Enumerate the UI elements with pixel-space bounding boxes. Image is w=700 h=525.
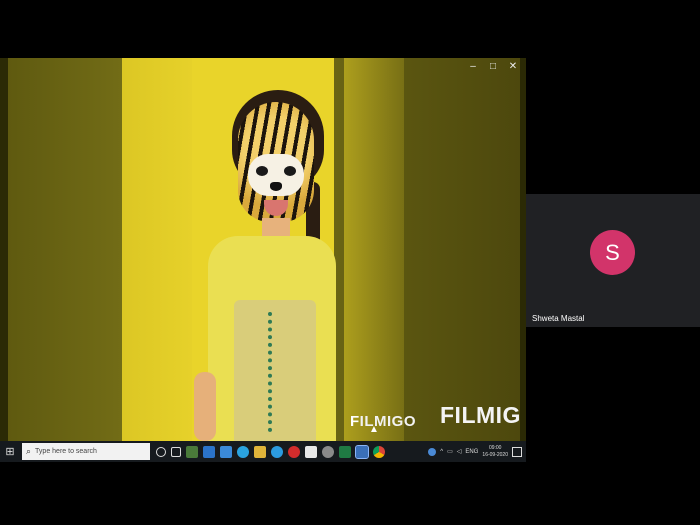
video-blur-left xyxy=(8,58,122,441)
excel-app-icon[interactable] xyxy=(339,445,351,458)
skype-icon[interactable] xyxy=(237,445,249,458)
opera-browser-icon[interactable] xyxy=(288,445,300,458)
video-blur-right xyxy=(334,58,520,441)
battery-tray-icon[interactable]: ▭ xyxy=(447,448,453,455)
window-controls: – □ ✕ xyxy=(466,60,520,74)
windows-taskbar: ⊞ ⌕ Type here to search ^ ▭ ◁ ENG 09:00 … xyxy=(0,441,526,462)
store-app-icon[interactable] xyxy=(305,445,317,458)
taskbar-clock[interactable]: 09:00 16-09-2020 xyxy=(482,445,508,459)
taskbar-search-box[interactable]: ⌕ Type here to search xyxy=(22,443,150,460)
clock-date: 16-09-2020 xyxy=(482,451,508,458)
left-eye xyxy=(256,166,268,176)
participant-name: Shweta Mastal xyxy=(532,314,585,323)
windows-start-icon[interactable]: ⊞ xyxy=(0,441,20,462)
dropbox-icon[interactable] xyxy=(203,445,215,458)
overall-stitching xyxy=(268,312,282,432)
participant-avatar: S xyxy=(590,230,635,275)
participant-tile[interactable]: S Shweta Mastal xyxy=(526,194,700,327)
shared-video[interactable]: FILMIGO FILMIGO ▲ xyxy=(8,58,520,441)
shared-screen: FILMIGO FILMIGO ▲ – □ ✕ ⊞ ⌕ Type here to… xyxy=(0,58,526,462)
wall-shadow xyxy=(122,58,192,441)
taskbar-pinned-apps xyxy=(156,444,385,459)
video-glow xyxy=(344,58,404,441)
network-tray-icon[interactable] xyxy=(428,447,437,456)
minimize-button[interactable]: – xyxy=(466,60,480,74)
language-indicator[interactable]: ENG xyxy=(465,449,478,455)
chevron-up-icon[interactable]: ^ xyxy=(440,449,443,455)
mouse-cursor-icon: ▲ xyxy=(369,424,379,435)
clock-time: 09:00 xyxy=(488,444,502,451)
maximize-button[interactable]: □ xyxy=(486,60,500,74)
file-explorer-icon[interactable] xyxy=(254,445,266,458)
settings-gear-icon[interactable] xyxy=(322,445,334,458)
photos-app-icon[interactable] xyxy=(186,445,198,458)
mail-app-icon[interactable] xyxy=(220,445,232,458)
child-with-tiger-face-paint xyxy=(194,72,346,441)
cortana-icon[interactable] xyxy=(156,446,166,457)
active-window-icon[interactable] xyxy=(355,444,369,459)
close-button[interactable]: ✕ xyxy=(506,60,520,74)
meeting-stage: FILMIGO FILMIGO ▲ – □ ✕ ⊞ ⌕ Type here to… xyxy=(0,0,700,525)
notifications-icon[interactable] xyxy=(512,446,522,457)
volume-tray-icon[interactable]: ◁ xyxy=(457,448,462,455)
watermark-small: FILMIGO xyxy=(350,413,416,430)
right-eye xyxy=(284,166,296,176)
left-arm xyxy=(194,372,216,441)
task-view-icon[interactable] xyxy=(171,446,181,457)
watermark-large: FILMIGO xyxy=(440,402,520,428)
tongue xyxy=(264,200,288,216)
chrome-browser-icon[interactable] xyxy=(373,445,385,458)
system-tray: ^ ▭ ◁ ENG 09:00 16-09-2020 xyxy=(428,445,526,459)
edge-browser-icon[interactable] xyxy=(271,445,283,458)
nose xyxy=(270,182,282,191)
tiger-face xyxy=(238,102,314,222)
search-placeholder: Type here to search xyxy=(35,448,97,455)
search-icon: ⌕ xyxy=(26,446,32,456)
